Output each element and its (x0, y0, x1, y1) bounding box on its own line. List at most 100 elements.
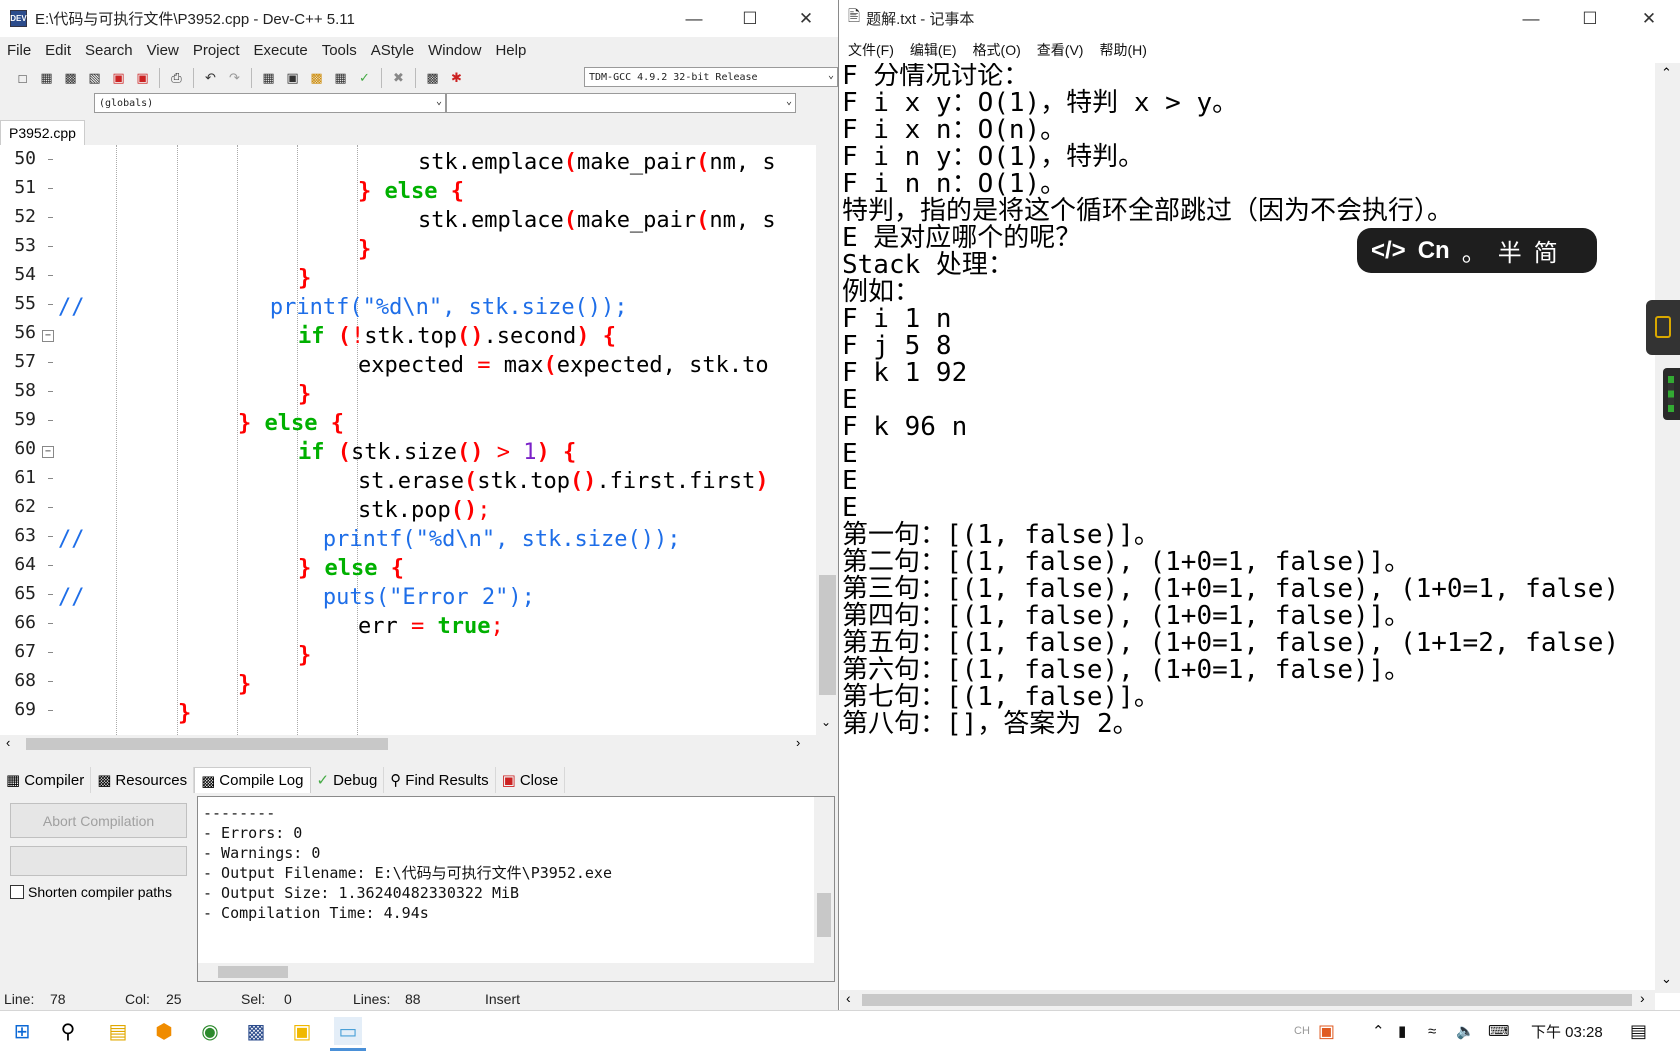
menu-edit[interactable]: 编辑(E) (902, 40, 965, 60)
clock[interactable]: 下午 03:28 (1531, 1011, 1603, 1051)
scrollbar-thumb[interactable] (819, 575, 836, 695)
close-button[interactable]: ✕ (778, 0, 834, 37)
tab-find-results[interactable]: ⚲ Find Results (384, 767, 496, 793)
tab-close[interactable]: ▣ Close (496, 767, 566, 793)
scrollbar-thumb[interactable] (862, 994, 1632, 1006)
ime-script[interactable]: 简 (1534, 233, 1558, 268)
devcpp-taskbar-icon[interactable]: ▩ (242, 1017, 270, 1045)
compiler-select[interactable]: TDM-GCC 4.9.2 32-bit Release ⌄ (584, 67, 838, 87)
menu-edit[interactable]: Edit (38, 42, 78, 59)
menu-search[interactable]: Search (78, 42, 140, 59)
wifi-icon[interactable]: ≈ (1428, 1011, 1436, 1051)
fold-toggle-icon[interactable]: − (42, 330, 54, 342)
notepad-vertical-scrollbar[interactable]: ⌃ ⌄ (1655, 63, 1680, 993)
chevron-left-icon[interactable]: ‹ (846, 990, 851, 1006)
chart-icon[interactable]: ▩ (422, 68, 443, 89)
menu-file[interactable]: File (0, 42, 38, 59)
ime-lang[interactable]: Cn (1418, 237, 1450, 265)
chevron-right-icon[interactable]: › (796, 735, 800, 750)
new-file-icon[interactable]: □ (12, 68, 33, 89)
stop-icon[interactable]: ✖ (388, 68, 409, 89)
run-icon[interactable]: ▣ (282, 68, 303, 89)
notepad-text-area[interactable]: F 分情况讨论： F i x y：O(1)，特判 x > y。 F i x n：O(… (842, 63, 1654, 993)
maximize-button[interactable]: ☐ (1562, 0, 1618, 37)
redo-icon[interactable]: ↷ (224, 68, 245, 89)
save-all-icon[interactable]: ▧ (84, 68, 105, 89)
windows-start-icon[interactable]: ⊞ (8, 1017, 36, 1045)
menu-format[interactable]: 格式(O) (965, 40, 1029, 60)
fold-toggle-icon[interactable]: − (42, 446, 54, 458)
scrollbar-thumb[interactable] (218, 966, 288, 978)
menu-window[interactable]: Window (421, 42, 488, 59)
chevron-up-icon[interactable]: ⌃ (1372, 1011, 1385, 1051)
ime-width[interactable]: 半 (1498, 233, 1522, 268)
menu-tools[interactable]: Tools (315, 42, 364, 59)
close-file-icon[interactable]: ▣ (108, 68, 129, 89)
search-icon[interactable]: ⚲ (54, 1017, 82, 1045)
compile-log[interactable]: -------- - Errors: 0 - Warnings: 0 - Output… (197, 796, 835, 982)
scrollbar-thumb[interactable] (817, 893, 831, 937)
menu-execute[interactable]: Execute (247, 42, 315, 59)
tab-resources[interactable]: ▩ Resources (91, 767, 195, 793)
notepad-horizontal-scrollbar[interactable]: ‹ › (840, 990, 1655, 1010)
shorten-paths-checkbox[interactable]: Shorten compiler paths (10, 884, 172, 900)
chevron-down-icon[interactable]: ⌄ (821, 715, 831, 729)
maximize-button[interactable]: ☐ (722, 0, 778, 37)
undo-icon[interactable]: ↶ (200, 68, 221, 89)
menu-file[interactable]: 文件(F) (840, 40, 902, 60)
menu-help[interactable]: 帮助(H) (1091, 40, 1154, 60)
menu-view[interactable]: 查看(V) (1029, 40, 1092, 60)
chevron-right-icon[interactable]: › (1640, 990, 1645, 1006)
debug-icon[interactable]: ✱ (446, 68, 467, 89)
notepad-taskbar-icon[interactable]: ▭ (334, 1017, 362, 1045)
abort-compilation-button[interactable]: Abort Compilation (10, 803, 187, 838)
menu-view[interactable]: View (140, 42, 186, 59)
tab-compiler[interactable]: ▦ Compiler (0, 767, 92, 793)
menu-astyle[interactable]: AStyle (364, 42, 421, 59)
tab-debug[interactable]: ✓ Debug (311, 767, 385, 793)
save-icon[interactable]: ▩ (60, 68, 81, 89)
chevron-down-icon[interactable]: ⌄ (1661, 971, 1672, 987)
browser-icon[interactable]: ⬢ (150, 1017, 178, 1045)
close-button[interactable]: ✕ (1621, 0, 1677, 37)
file-explorer-icon[interactable]: ▤ (104, 1017, 132, 1045)
tab-compile-log[interactable]: ▩ Compile Log (194, 767, 311, 793)
scrollbar-thumb[interactable] (26, 738, 388, 750)
menu-project[interactable]: Project (186, 42, 247, 59)
minimize-button[interactable]: — (1503, 0, 1559, 37)
chevron-left-icon[interactable]: ‹ (6, 735, 10, 750)
line-number: 51 (14, 177, 36, 198)
open-file-icon[interactable]: ▦ (36, 68, 57, 89)
app-icon[interactable]: ▣ (288, 1017, 316, 1045)
compile-run-icon[interactable]: ▩ (306, 68, 327, 89)
sogou-icon[interactable]: ▣ (1318, 1011, 1335, 1051)
rebuild-icon[interactable]: ▦ (330, 68, 351, 89)
side-widget-handle[interactable] (1646, 300, 1680, 355)
chrome-icon[interactable]: ◉ (196, 1017, 224, 1045)
checkbox-box[interactable] (10, 885, 24, 899)
file-tab[interactable]: P3952.cpp (0, 120, 85, 145)
code-editor[interactable]: 50 51 52 53 54 55 56 57 58 59 60 61 62 6… (0, 145, 838, 735)
chevron-up-icon[interactable]: ⌃ (1661, 65, 1672, 81)
minimize-button[interactable]: — (666, 0, 722, 37)
ime-tray-label[interactable]: CH (1294, 1011, 1310, 1051)
editor-vertical-scrollbar[interactable]: ⌄ (816, 145, 838, 735)
log-horizontal-scrollbar[interactable] (198, 963, 814, 981)
side-widget-handle-2[interactable] (1663, 368, 1680, 420)
editor-horizontal-scrollbar[interactable]: ‹ › (0, 735, 820, 753)
scope-select[interactable]: (globals) ⌄ (94, 93, 446, 113)
close-all-icon[interactable]: ▣ (132, 68, 153, 89)
notification-icon[interactable]: ▤ (1630, 1011, 1647, 1051)
check-syntax-icon[interactable]: ✓ (354, 68, 375, 89)
fold-line (48, 246, 53, 247)
function-select[interactable]: ⌄ (446, 93, 796, 113)
keyboard-icon[interactable]: ⌨ (1488, 1011, 1510, 1051)
ime-status-bar[interactable]: </> Cn 。 半 简 (1357, 228, 1597, 273)
volume-icon[interactable]: 🔈 (1456, 1011, 1475, 1051)
ime-punct[interactable]: 。 (1462, 233, 1486, 268)
log-vertical-scrollbar[interactable] (814, 797, 834, 981)
menu-help[interactable]: Help (488, 42, 533, 59)
compile-icon[interactable]: ▦ (258, 68, 279, 89)
battery-icon[interactable]: ▮ (1398, 1011, 1406, 1051)
print-icon[interactable]: ⎙ (166, 68, 187, 89)
